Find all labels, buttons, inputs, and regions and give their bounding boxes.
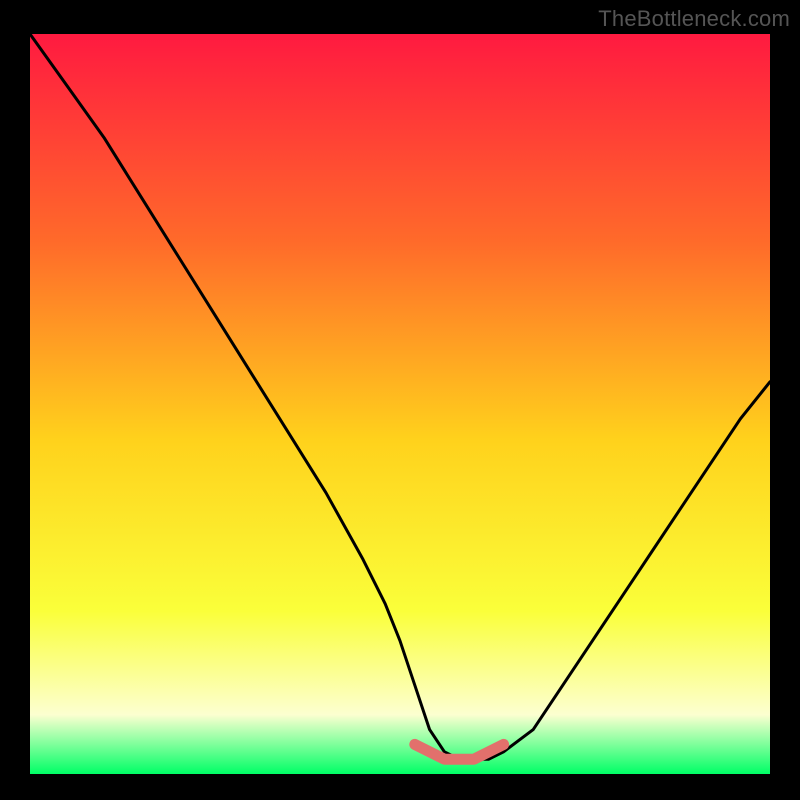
plot-area (30, 34, 770, 774)
chart-frame: TheBottleneck.com (0, 0, 800, 800)
chart-svg (30, 34, 770, 774)
watermark-text: TheBottleneck.com (598, 6, 790, 32)
gradient-background (30, 34, 770, 774)
